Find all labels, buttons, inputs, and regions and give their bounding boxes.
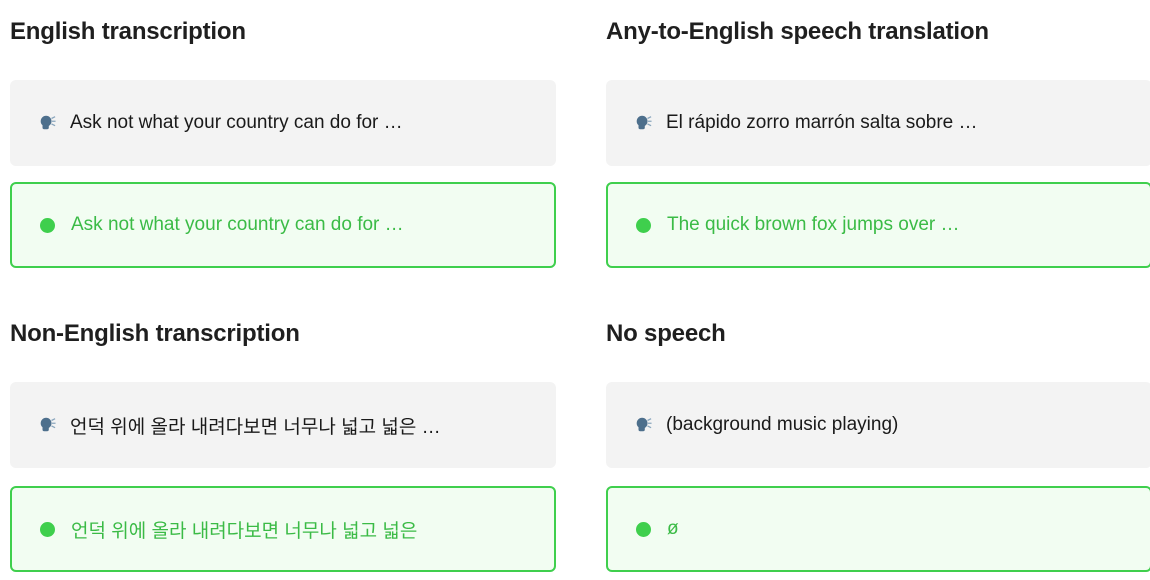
input-example-box: El rápido zorro marrón salta sobre … <box>606 80 1150 166</box>
output-text: The quick brown fox jumps over … <box>667 214 960 235</box>
speaking-head-icon <box>636 115 652 130</box>
panel-any-to-english-translation: Any-to-English speech translation El ráp… <box>606 18 1150 278</box>
speaking-head-icon <box>40 417 56 432</box>
status-dot-icon <box>40 217 55 233</box>
speaking-head-icon <box>636 417 652 432</box>
status-dot-icon <box>636 217 651 233</box>
input-example-box: 언덕 위에 올라 내려다보면 너무나 넓고 넓은 … <box>10 382 556 468</box>
panel-english-transcription: English transcription Ask not what your … <box>10 18 570 278</box>
input-example-box: (background music playing) <box>606 382 1150 468</box>
panel-title: No speech <box>606 320 726 347</box>
panel-no-speech: No speech (background music playing) ø <box>606 320 1150 580</box>
output-text: Ask not what your country can do for … <box>71 214 404 235</box>
panel-non-english-transcription: Non-English transcription 언덕 위에 올라 내려다보면… <box>10 320 570 580</box>
input-text: (background music playing) <box>666 414 899 435</box>
output-example-box: The quick brown fox jumps over … <box>606 182 1150 268</box>
output-text: 언덕 위에 올라 내려다보면 너무나 넓고 넓은 <box>71 520 418 542</box>
output-example-box: ø <box>606 486 1150 572</box>
output-example-box: Ask not what your country can do for … <box>10 182 556 268</box>
output-example-box: 언덕 위에 올라 내려다보면 너무나 넓고 넓은 <box>10 486 556 572</box>
input-text: 언덕 위에 올라 내려다보면 너무나 넓고 넓은 … <box>70 416 441 438</box>
status-dot-icon <box>636 521 651 537</box>
input-text: El rápido zorro marrón salta sobre … <box>666 112 978 133</box>
speaking-head-icon <box>40 115 56 130</box>
status-dot-icon <box>40 521 55 537</box>
panel-title: English transcription <box>10 18 246 45</box>
panel-title: Any-to-English speech translation <box>606 18 989 45</box>
output-text: ø <box>667 518 679 539</box>
input-text: Ask not what your country can do for … <box>70 112 403 133</box>
panel-title: Non-English transcription <box>10 320 300 347</box>
input-example-box: Ask not what your country can do for … <box>10 80 556 166</box>
